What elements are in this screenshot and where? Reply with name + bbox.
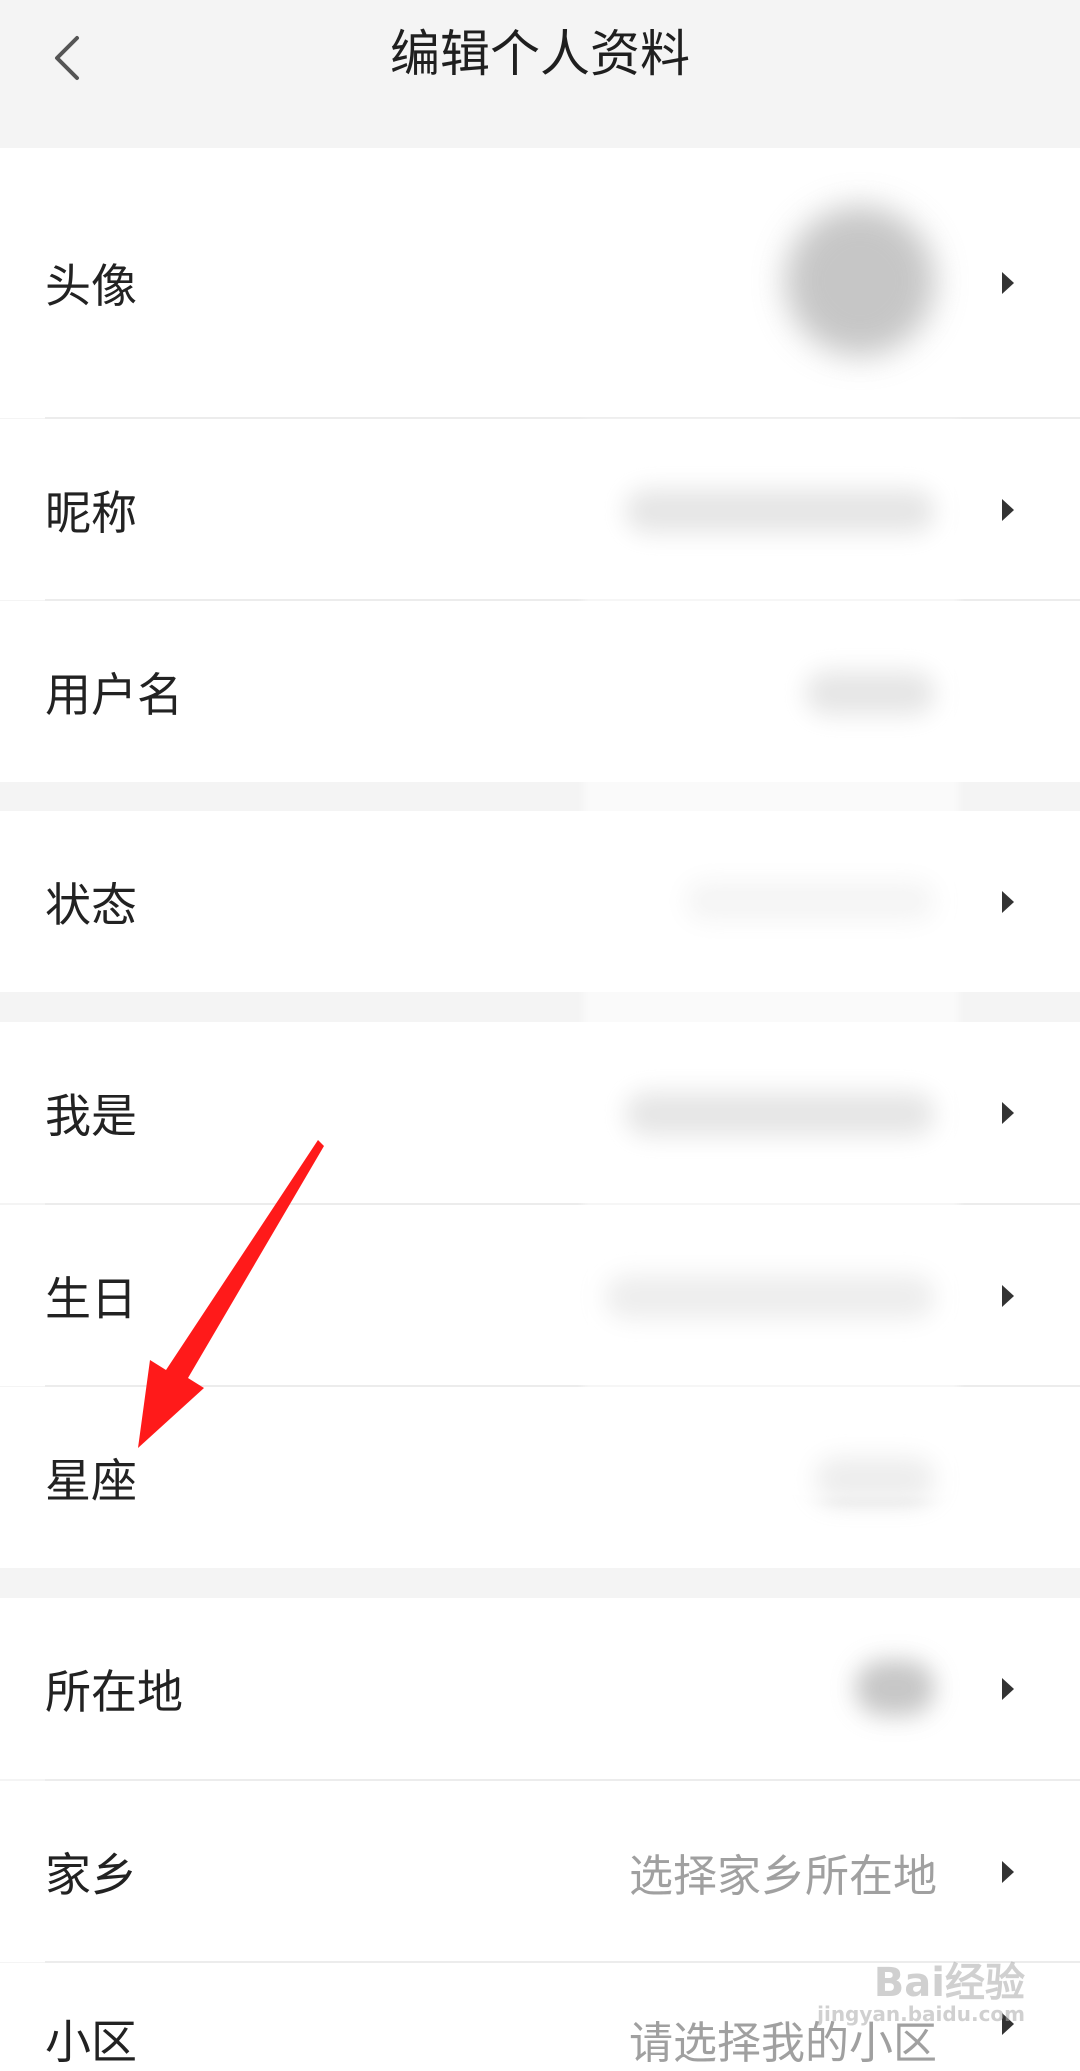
nickname-label: 昵称 xyxy=(45,485,137,540)
redaction-overlay xyxy=(583,420,959,1500)
status-label: 状态 xyxy=(45,877,137,932)
avatar-row[interactable]: 头像 xyxy=(0,148,1080,418)
page-title: 编辑个人资料 xyxy=(390,25,690,83)
chevron-right-icon xyxy=(1002,272,1014,294)
chevron-right-icon xyxy=(1002,1860,1014,1883)
watermark-url: jingyan.baidu.com xyxy=(817,2002,1025,2026)
i-am-label: 我是 xyxy=(45,1088,137,1143)
location-label: 所在地 xyxy=(45,1664,183,1719)
watermark-brand: Bai经验 xyxy=(873,1960,1025,2006)
chevron-right-icon xyxy=(1002,1677,1014,1700)
location-row[interactable]: 所在地 xyxy=(0,1598,1080,1779)
edit-profile-screen: 编辑个人资料 头像 昵称 用户名 状态 我是 生日 星座 所在地 家乡 选择家乡… xyxy=(0,0,1080,2071)
community-label: 小区 xyxy=(45,2014,137,2069)
chevron-right-icon xyxy=(1002,890,1014,913)
chevron-right-icon xyxy=(1002,1284,1014,1307)
chevron-right-icon xyxy=(1002,1101,1014,1124)
avatar xyxy=(785,206,935,356)
username-label: 用户名 xyxy=(45,667,183,722)
location-value-redacted xyxy=(855,1660,935,1716)
chevron-right-icon xyxy=(1002,498,1014,521)
watermark: Bai经验 jingyan.baidu.com xyxy=(817,1950,1025,2026)
zodiac-label: 星座 xyxy=(45,1453,137,1508)
top-bar: 编辑个人资料 xyxy=(0,0,1080,120)
birthday-label: 生日 xyxy=(45,1271,137,1326)
avatar-label: 头像 xyxy=(45,259,137,313)
